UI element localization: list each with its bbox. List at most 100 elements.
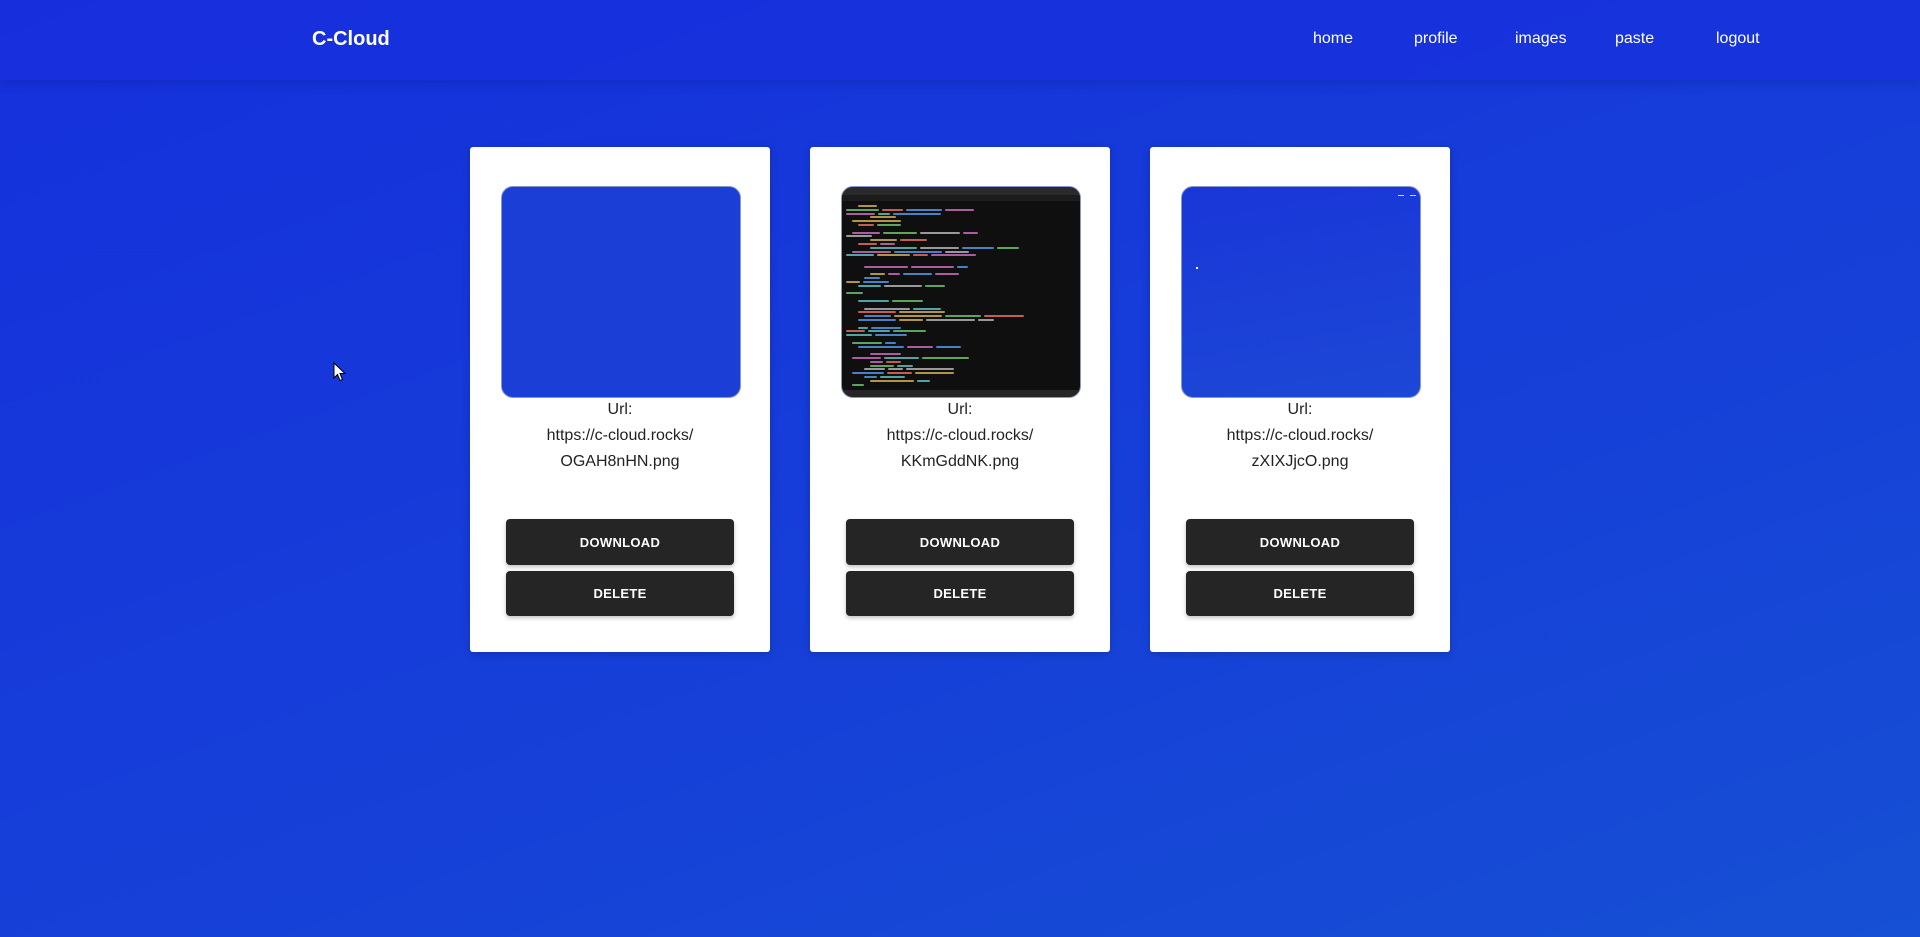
code-text-line: [858, 243, 877, 245]
code-text-line: [858, 345, 904, 348]
code-text-line: [903, 273, 932, 276]
code-text-line: [917, 379, 930, 382]
code-text-line: [907, 345, 933, 348]
code-text-line: [957, 265, 968, 268]
url-label: Url:: [1287, 401, 1313, 418]
url-label: Url:: [947, 401, 973, 418]
code-text-line: [858, 224, 874, 226]
code-text-line: [892, 300, 923, 302]
url-file: zXIXJjcO.png: [1251, 453, 1349, 470]
nav-link-logout[interactable]: logout: [1716, 30, 1760, 48]
image-url: Url: https://c-cloud.rocks/ zXIXJjcO.png: [1150, 397, 1450, 475]
code-text-line: [858, 319, 896, 321]
code-text-line: [852, 383, 864, 386]
code-text-line: [945, 250, 969, 253]
delete-button[interactable]: DELETE: [1186, 571, 1414, 616]
code-text-line: [893, 330, 926, 333]
image-thumbnail[interactable]: [501, 186, 741, 398]
code-text-line: [858, 205, 877, 207]
code-text-line: [926, 319, 975, 321]
code-text-line: [884, 284, 922, 287]
code-text-line: [870, 239, 897, 242]
code-text-line: [899, 311, 945, 314]
brand-logo[interactable]: C-Cloud: [312, 28, 390, 51]
code-text-line: [871, 326, 901, 329]
code-text-line: [863, 281, 889, 283]
code-text-line: [984, 315, 1024, 318]
code-text-line: [870, 379, 914, 382]
download-button[interactable]: DOWNLOAD: [1186, 519, 1414, 565]
code-text-line: [936, 345, 961, 348]
code-text-line: [931, 254, 976, 257]
code-text-line: [858, 300, 889, 302]
code-text-line: [945, 208, 974, 211]
code-text-line: [870, 273, 885, 276]
delete-button[interactable]: DELETE: [846, 571, 1074, 616]
url-host: https://c-cloud.rocks/: [1226, 427, 1374, 444]
code-text-line: [922, 357, 969, 359]
code-text-line: [913, 307, 941, 310]
code-text-line: [852, 220, 901, 223]
editor-titlebar: [842, 187, 1080, 195]
code-text-line: [870, 360, 883, 363]
code-text-line: [864, 277, 880, 280]
image-url: Url: https://c-cloud.rocks/ KKmGddNK.png: [810, 397, 1110, 475]
code-text-line: [894, 315, 942, 318]
code-text-line: [884, 357, 919, 359]
code-text-line: [911, 265, 954, 268]
code-text-line: [894, 250, 942, 253]
code-text-line: [880, 243, 895, 245]
code-text-line: [913, 254, 928, 257]
image-thumbnail[interactable]: [1181, 186, 1421, 398]
code-text-line: [925, 284, 945, 287]
code-text-line: [906, 208, 942, 211]
code-text-line: [880, 376, 905, 378]
code-text-line: [864, 307, 910, 310]
code-text-line: [868, 330, 890, 333]
editor-tabbar: [842, 195, 1080, 201]
desktop-icon: [1410, 195, 1416, 196]
code-text-line: [885, 341, 896, 344]
code-text-line: [846, 292, 863, 295]
download-button[interactable]: DOWNLOAD: [506, 519, 734, 565]
url-file: OGAH8nHN.png: [560, 453, 680, 470]
code-text-line: [887, 372, 912, 375]
url-label: Url:: [607, 401, 633, 418]
code-text-line: [846, 235, 872, 238]
code-text-line: [864, 265, 908, 268]
code-text-line: [883, 231, 917, 234]
delete-button[interactable]: DELETE: [506, 571, 734, 616]
code-text-line: [893, 212, 941, 215]
code-text-line: [997, 246, 1019, 249]
image-thumbnail[interactable]: [841, 186, 1081, 398]
code-text-line: [846, 254, 874, 257]
code-text-line: [882, 208, 903, 211]
nav-link-profile[interactable]: profile: [1414, 30, 1458, 48]
image-card: Url: https://c-cloud.rocks/ KKmGddNK.png…: [810, 147, 1110, 652]
image-card: Url: https://c-cloud.rocks/ zXIXJjcO.png…: [1150, 147, 1450, 652]
code-text-line: [978, 319, 994, 321]
code-text-line: [875, 334, 907, 337]
code-text-line: [846, 281, 860, 283]
image-url: Url: https://c-cloud.rocks/ OGAH8nHN.png: [470, 397, 770, 475]
code-text-line: [877, 254, 910, 257]
code-text-line: [906, 368, 954, 371]
code-text-line: [870, 364, 894, 367]
code-text-line: [858, 284, 881, 287]
download-button[interactable]: DOWNLOAD: [846, 519, 1074, 565]
code-text-line: [870, 246, 917, 249]
nav-link-paste[interactable]: paste: [1615, 30, 1654, 48]
code-text-line: [852, 341, 882, 344]
nav-link-images[interactable]: images: [1515, 30, 1567, 48]
top-navbar: C-Cloud home profile images paste logout: [0, 0, 1920, 80]
code-text-line: [846, 330, 865, 333]
code-text-line: [870, 216, 896, 219]
nav-link-home[interactable]: home: [1313, 30, 1353, 48]
mouse-pointer-icon: [333, 362, 347, 382]
code-text-line: [915, 372, 954, 375]
url-host: https://c-cloud.rocks/: [546, 427, 694, 444]
code-text-line: [963, 231, 978, 234]
url-file: KKmGddNK.png: [900, 453, 1020, 470]
code-text-line: [900, 239, 927, 242]
code-text-line: [886, 360, 901, 363]
